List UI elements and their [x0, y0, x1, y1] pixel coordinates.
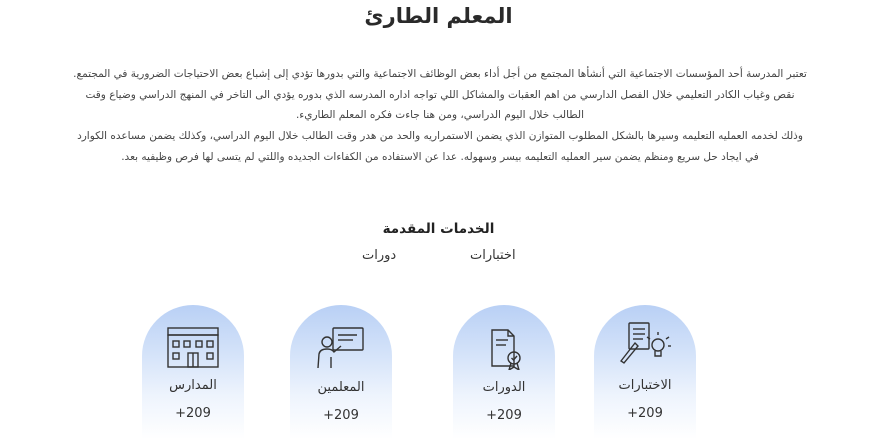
intro-line: نقص وغياب الكادر التعليمي خلال الفصل الد…: [85, 88, 795, 101]
stat-card-exams[interactable]: الاختبارات +209: [594, 305, 696, 439]
stat-card-courses[interactable]: الدورات +209: [453, 305, 555, 439]
stat-card-teachers[interactable]: المعلمين +209: [290, 305, 392, 439]
service-link-courses[interactable]: دورات: [362, 248, 396, 263]
certificate-document-icon: [491, 329, 521, 370]
intro-line: تعتبر المدرسة أحد المؤسسات الاجتماعية ال…: [73, 68, 807, 80]
intro-line: وذلك لخدمه العمليه التعليمه وسيرها بالشك…: [77, 130, 803, 143]
page-title: المعلم الطارئ: [364, 4, 513, 28]
intro-line: في ايجاد حل سريع ومنظم يضمن سير العمليه …: [121, 150, 759, 163]
card-label: المدارس: [169, 378, 217, 393]
card-label: الدورات: [482, 380, 526, 395]
stat-card-schools[interactable]: المدارس +209: [142, 305, 244, 439]
intro-paragraph: تعتبر المدرسة أحد المؤسسات الاجتماعية ال…: [50, 64, 830, 168]
exam-idea-icon: [619, 322, 671, 364]
card-label: الاختبارات: [618, 378, 672, 393]
services-title: الخدمات المقدمة: [382, 221, 495, 237]
teacher-board-icon: [317, 327, 364, 369]
intro-line: الطالب خلال اليوم الدراسي، ومن هنا جاءت …: [295, 109, 585, 122]
card-count: +209: [627, 406, 663, 421]
school-building-icon: [167, 327, 219, 368]
card-count: +209: [323, 408, 359, 423]
card-count: +209: [486, 408, 522, 423]
service-link-exams[interactable]: اختبارات: [470, 248, 516, 263]
card-label: المعلمين: [317, 380, 365, 395]
card-count: +209: [175, 406, 211, 421]
